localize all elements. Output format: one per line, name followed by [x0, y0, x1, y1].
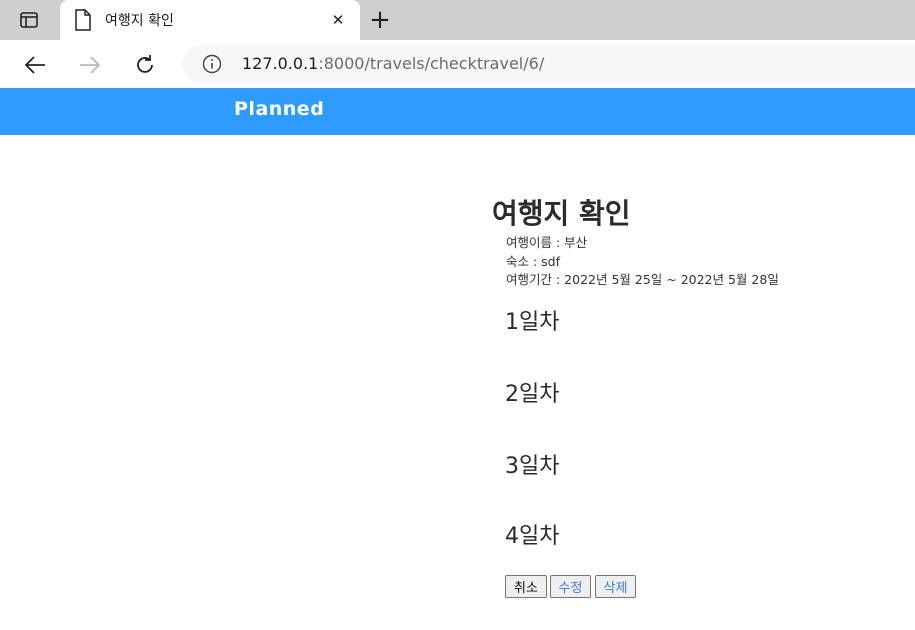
delete-button[interactable]: 삭제 — [595, 575, 636, 598]
browser-tab[interactable]: 여행지 확인 ✕ — [60, 0, 360, 40]
browser-tab-bar: 여행지 확인 ✕ + — [0, 0, 915, 40]
reload-button[interactable] — [132, 52, 158, 78]
cancel-button[interactable]: 취소 — [505, 575, 547, 598]
day-heading-1: 1일차 — [505, 310, 560, 335]
url-text[interactable]: 127.0.0.1:8000/travels/checktravel/6/ — [242, 54, 544, 73]
forward-arrow-icon — [80, 56, 101, 74]
page-icon — [75, 9, 91, 31]
reload-icon — [137, 55, 153, 73]
info-icon[interactable] — [202, 54, 222, 74]
page-title: 여행지 확인 — [492, 197, 631, 230]
close-icon: ✕ — [331, 11, 345, 29]
travel-name: 여행이름 : 부산 — [506, 235, 588, 250]
url-path: :8000/travels/checktravel/6/ — [318, 54, 545, 73]
brand-logo[interactable]: Planned — [234, 98, 324, 120]
day-heading-4: 4일차 — [505, 524, 560, 549]
site-header: Planned — [0, 88, 915, 135]
tab-close-button[interactable]: ✕ — [328, 10, 348, 30]
forward-button[interactable] — [77, 52, 103, 78]
back-arrow-icon — [24, 56, 45, 74]
url-host: 127.0.0.1 — [242, 54, 319, 73]
new-tab-button[interactable]: + — [368, 5, 392, 35]
travel-period: 여행기간 : 2022년 5월 25일 ~ 2022년 5월 28일 — [506, 272, 779, 287]
day-heading-2: 2일차 — [505, 382, 560, 407]
day-heading-3: 3일차 — [505, 454, 560, 479]
plus-icon: + — [369, 5, 391, 35]
travel-lodging: 숙소 : sdf — [506, 254, 561, 269]
tab-title: 여행지 확인 — [105, 13, 174, 29]
edit-button[interactable]: 수정 — [550, 575, 591, 598]
back-button[interactable] — [22, 52, 48, 78]
tab-actions-icon[interactable] — [12, 8, 46, 32]
address-bar[interactable]: 127.0.0.1:8000/travels/checktravel/6/ — [182, 45, 915, 83]
browser-nav-bar: 127.0.0.1:8000/travels/checktravel/6/ — [0, 40, 915, 88]
